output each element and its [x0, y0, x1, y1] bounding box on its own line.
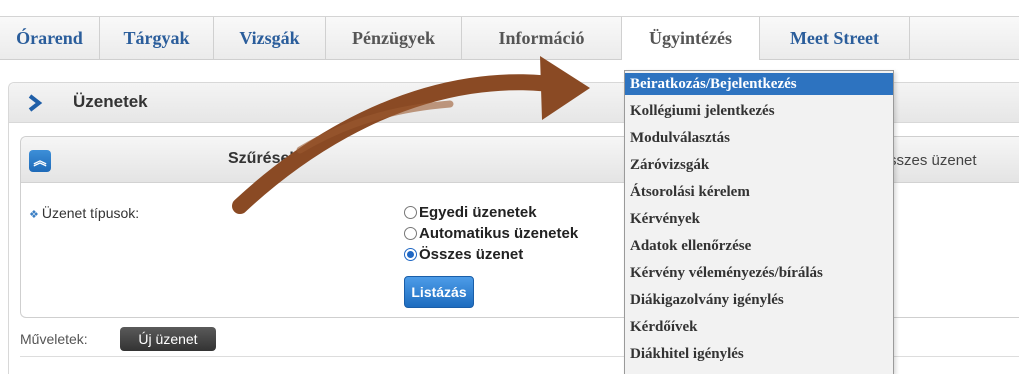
menu-item-kerdoivek[interactable]: Kérdőívek	[625, 316, 893, 338]
nav-item-targyak[interactable]: Tárgyak	[100, 17, 214, 60]
message-types-label: ❖ Üzenet típusok:	[29, 205, 139, 221]
nav-item-orarend[interactable]: Órarend	[0, 17, 100, 60]
nav-item-ugyintezes[interactable]: Ügyintézés	[622, 17, 760, 60]
menu-item-zarovizsgak[interactable]: Záróvizsgák	[625, 154, 893, 176]
radio-label: Összes üzenet	[419, 246, 524, 263]
filter-summary: sszes üzenet	[889, 152, 977, 169]
list-button[interactable]: Listázás	[404, 276, 474, 308]
radio-label: Egyedi üzenetek	[419, 204, 537, 221]
actions-label: Műveletek:	[20, 331, 88, 347]
radio-individual-messages[interactable]: Egyedi üzenetek	[404, 204, 537, 221]
radio-button[interactable]	[404, 206, 417, 219]
menu-item-adatok-ellenorzese[interactable]: Adatok ellenőrzése	[625, 235, 893, 257]
radio-automatic-messages[interactable]: Automatikus üzenetek	[404, 225, 578, 242]
nav-item-informacio[interactable]: Információ	[462, 17, 622, 60]
menu-item-diakigazolvany[interactable]: Diákigazolvány igénylés	[625, 289, 893, 311]
radio-all-messages[interactable]: Összes üzenet	[404, 246, 523, 263]
filter-title: Szűrések	[228, 150, 299, 167]
nav-item-meet-street[interactable]: Meet Street	[760, 17, 910, 60]
ugyintezes-dropdown-menu: Beiratkozás/Bejelentkezés Kollégiumi jel…	[624, 70, 894, 374]
menu-item-atsorolasi[interactable]: Átsorolási kérelem	[625, 181, 893, 203]
panel-title: Üzenetek	[73, 92, 148, 111]
menu-item-modulvalasztas[interactable]: Modulválasztás	[625, 127, 893, 149]
double-chevron-up-icon: ︽	[33, 153, 47, 168]
diamond-bullet-icon: ❖	[29, 209, 39, 221]
top-navigation: Órarend Tárgyak Vizsgák Pénzügyek Inform…	[0, 16, 1019, 60]
collapse-button[interactable]: ︽	[29, 150, 51, 172]
chevron-right-icon	[28, 94, 43, 112]
nav-item-vizsgak[interactable]: Vizsgák	[214, 17, 326, 60]
radio-label: Automatikus üzenetek	[419, 225, 579, 242]
radio-button-checked[interactable]	[404, 248, 417, 261]
menu-item-beiratkozas[interactable]: Beiratkozás/Bejelentkezés	[625, 73, 893, 95]
menu-item-diakhitel[interactable]: Diákhitel igénylés	[625, 343, 893, 365]
menu-item-kollegiumi[interactable]: Kollégiumi jelentkezés	[625, 100, 893, 122]
nav-item-penzugyek[interactable]: Pénzügyek	[326, 17, 462, 60]
menu-item-kervenyek[interactable]: Kérvények	[625, 208, 893, 230]
new-message-button[interactable]: Új üzenet	[120, 327, 216, 351]
message-types-label-text: Üzenet típusok:	[41, 205, 140, 221]
radio-button[interactable]	[404, 227, 417, 240]
menu-item-kerveny-velemenyezes[interactable]: Kérvény véleményezés/bírálás	[625, 262, 893, 284]
